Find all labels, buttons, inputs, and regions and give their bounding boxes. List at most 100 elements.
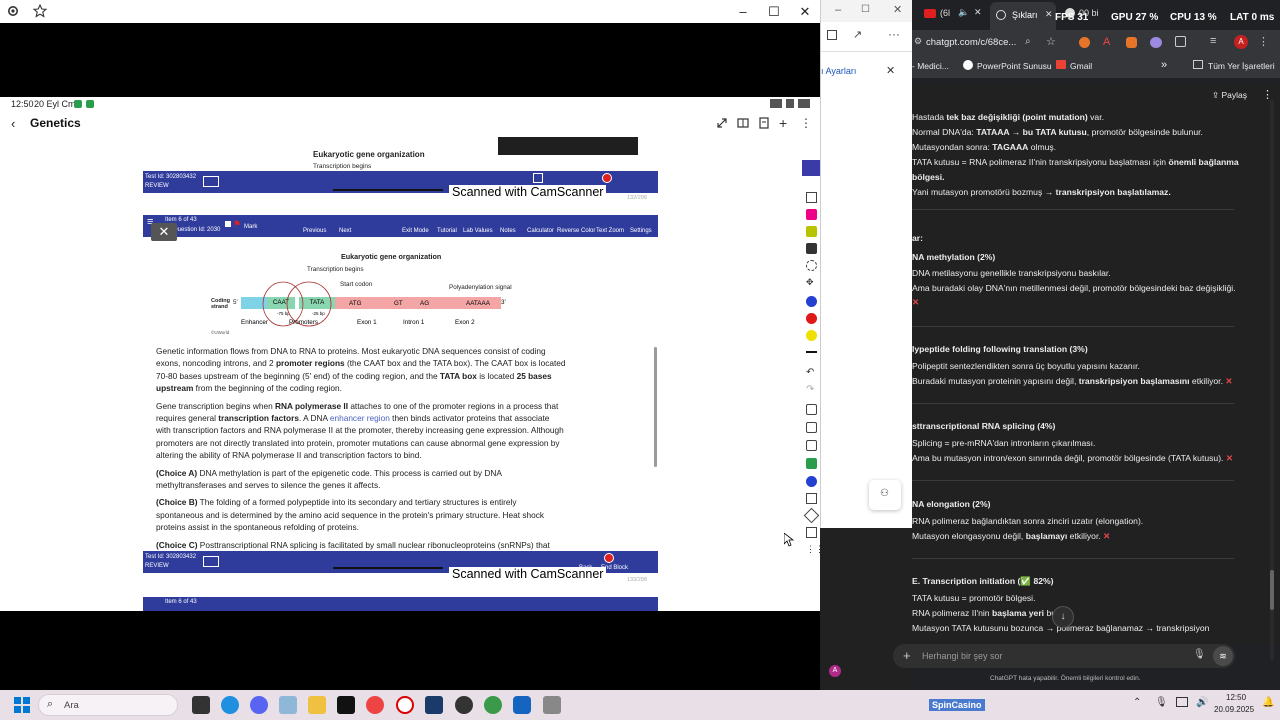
app-settings-icon[interactable] [279,696,297,714]
panel-close-button[interactable]: ✕ [893,3,902,16]
chat-separator-1 [912,209,1234,210]
zoom-icon[interactable]: ⌕ [1025,36,1031,47]
panel-minimize-button[interactable]: – [835,4,841,16]
pen-icon[interactable] [806,209,817,220]
copy-icon[interactable] [827,30,837,40]
more-icon[interactable]: ··· [888,27,900,41]
task-view-icon[interactable] [192,696,210,714]
edge-icon[interactable] [221,696,239,714]
profile-avatar[interactable]: A [1234,35,1248,49]
youtube-icon [924,9,936,18]
extensions-puzzle-icon[interactable] [1175,36,1186,47]
chat-scrollbar-thumb[interactable] [1270,570,1274,610]
site-info-icon[interactable]: ⚙ [914,36,922,47]
extension-1-icon[interactable] [1079,37,1090,48]
expand-icon[interactable] [716,117,730,131]
bookmark-powerpoint[interactable]: PowerPoint Sunusu [977,61,1052,71]
pages-icon[interactable] [758,117,772,131]
tool-5-icon[interactable] [806,476,817,487]
tool-2-icon[interactable] [806,422,817,433]
tab-mute-icon[interactable]: 🔈 [958,7,969,18]
clock-date[interactable]: 20.09.2025 [1214,705,1254,714]
chrome-profile-icon[interactable] [484,696,502,714]
move-icon[interactable]: ✥ [806,277,817,288]
image-tool-icon[interactable] [806,527,817,538]
tool-1-icon[interactable] [806,404,817,415]
add-icon[interactable]: + [779,116,793,131]
settings-gear-icon[interactable] [6,4,22,20]
maximize-button[interactable]: ☐ [759,2,789,22]
tray-volume-icon[interactable]: 🔊 [1196,697,1208,708]
opera-icon[interactable] [396,696,414,714]
redo-icon[interactable]: ↷ [806,384,817,395]
tray-mic-icon[interactable]: 🎙 [1155,697,1168,708]
taskbar-search[interactable]: ⌕ Ara [38,694,178,716]
text-tool-icon[interactable] [806,493,817,504]
close-button[interactable]: ✕ [790,2,820,22]
file-explorer-icon[interactable] [308,696,326,714]
active-app-icon[interactable] [513,696,531,714]
extension-4-icon[interactable] [1150,37,1162,48]
color-red-icon[interactable] [806,313,817,324]
extension-2-icon[interactable]: A [1103,36,1110,48]
app-steam-icon[interactable] [455,696,473,714]
lasso-icon[interactable] [806,260,817,271]
more-menu-icon[interactable]: ⋮ [800,117,814,131]
pdf-document-view[interactable]: Eukaryotic gene organization Transcripti… [0,137,802,611]
windows-start-icon[interactable] [14,697,30,713]
terminal-icon[interactable] [337,696,355,714]
keyboard-icon[interactable] [806,192,817,203]
clock-time[interactable]: 12:50 [1226,693,1246,702]
tool-4-icon[interactable] [806,458,817,469]
reader-icon[interactable] [737,117,751,131]
chat-input-box[interactable]: + Herhangi bir şey sor 🎙 ≋ [893,644,1235,668]
shape-tool-icon[interactable] [803,507,820,524]
tray-overflow-icon[interactable]: ⌃ [1133,697,1141,708]
user-avatar[interactable]: A [829,665,841,677]
tab-2-close-icon[interactable]: ✕ [1045,9,1053,20]
pin-star-icon[interactable] [33,4,49,20]
more-bookmarks-icon[interactable]: » [1161,59,1167,71]
tab-active[interactable]: Şıkları ✕ [990,2,1056,30]
notifications-icon[interactable]: 🔔 [1262,697,1274,708]
enhancer-region-link[interactable]: enhancer region [330,413,390,423]
url-field[interactable]: chatgpt.com/c/68ce... [926,37,1016,48]
browser-menu-icon[interactable]: ⋮ [1258,35,1269,48]
chrome-icon[interactable] [366,696,384,714]
store-icon[interactable] [425,696,443,714]
reading-list-icon[interactable]: ≡ [1210,35,1216,47]
tablet-statusbar: 12:50 20 Eyl Cmt [0,97,820,111]
stroke-width-icon[interactable] [806,351,817,353]
grid-tool-icon[interactable]: ⋮⋮ [806,544,824,555]
app-misc-icon[interactable] [543,696,561,714]
share-button[interactable]: ⇪ Paylaş [1212,90,1247,101]
eraser-icon[interactable] [806,243,817,254]
undo-icon[interactable]: ↶ [806,367,817,378]
attach-plus-icon[interactable]: + [903,648,911,663]
close-overlay-button[interactable]: ✕ [151,223,177,241]
extension-3-icon[interactable] [1126,37,1137,48]
bookmark-medici[interactable]: - Medici... [912,61,949,71]
panel-title-close-icon[interactable]: ✕ [886,64,895,77]
discord-icon[interactable] [250,696,268,714]
spincasino-widget[interactable]: SpinCasino [929,699,985,711]
all-bookmarks[interactable]: Tüm Yer İşaretleri [1208,61,1275,71]
floating-tool-button[interactable]: ⚇ [869,480,901,510]
scroll-down-button[interactable]: ↓ [1052,606,1074,628]
bookmark-star-icon[interactable]: ☆ [1046,35,1056,48]
highlighter-icon[interactable] [806,226,817,237]
bookmark-gmail[interactable]: Gmail [1070,61,1092,71]
color-yellow-icon[interactable] [806,330,817,341]
panel-maximize-button[interactable]: ☐ [861,4,870,15]
mic-icon[interactable]: 🎙 [1193,649,1206,660]
color-blue-icon[interactable] [806,296,817,307]
tray-network-icon[interactable] [1176,697,1188,707]
doc-scrollbar[interactable] [654,347,657,467]
tab-1-close-icon[interactable]: ✕ [974,7,982,18]
voice-mode-icon[interactable]: ≋ [1213,646,1233,666]
share-icon[interactable]: ↗ [853,28,862,41]
tool-3-icon[interactable] [806,440,817,451]
back-arrow-icon[interactable]: ‹ [11,116,15,131]
tab-1-label[interactable]: (6l [940,8,950,18]
minimize-button[interactable]: – [728,2,758,22]
